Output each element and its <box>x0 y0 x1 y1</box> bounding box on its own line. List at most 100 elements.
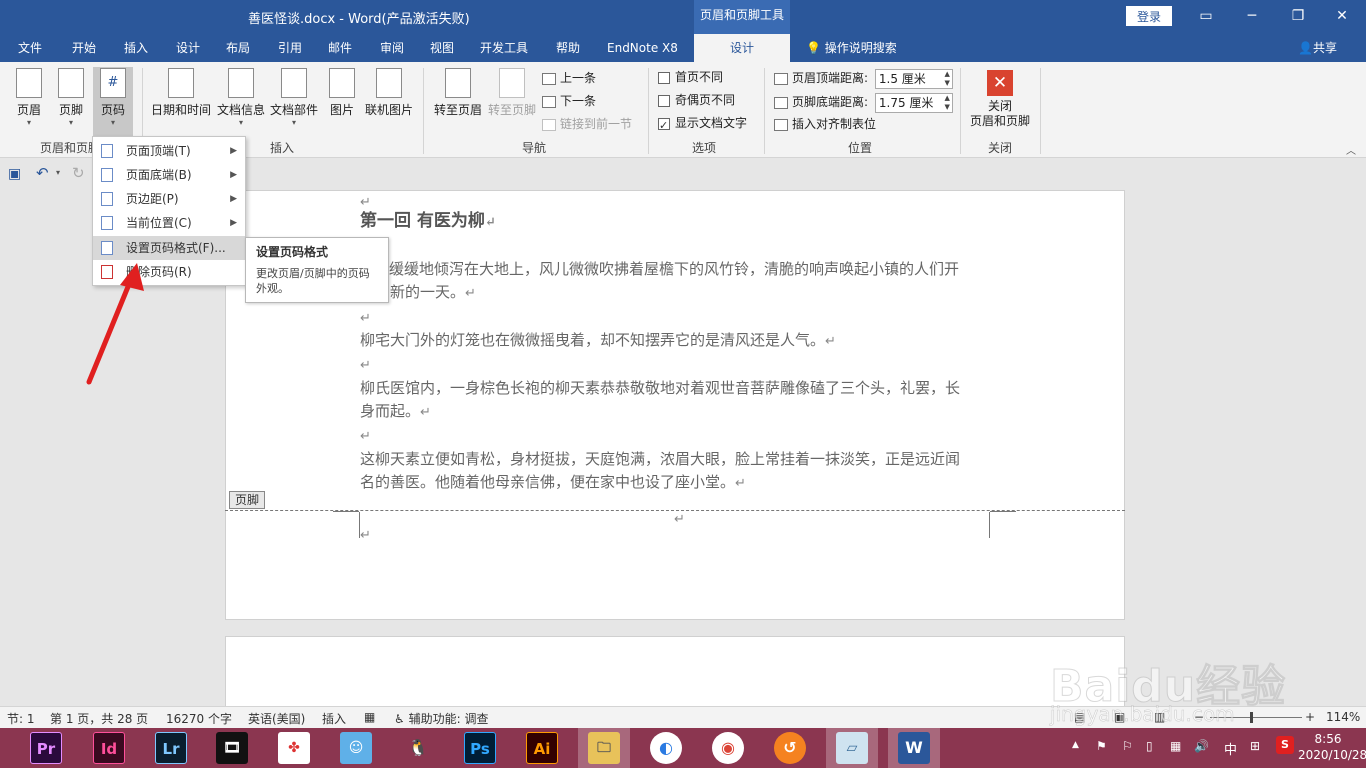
page-number-button[interactable]: # 页码 ▾ <box>93 67 133 137</box>
orange-app-icon[interactable]: ↺ <box>774 732 806 764</box>
group-divider <box>1040 68 1041 154</box>
format-page-number-icon <box>101 241 113 255</box>
header-top-label: 页眉顶端距离: <box>792 71 869 85</box>
tray-overflow-icon[interactable]: ▲ <box>1072 740 1079 750</box>
status-words[interactable]: 16270 个字 <box>166 710 232 727</box>
header-top-input[interactable]: 1.5 厘米 ▲ ▼ <box>874 68 953 89</box>
ribbon-display-icon[interactable]: ▭ <box>1186 0 1226 34</box>
word-icon[interactable]: W <box>898 732 930 764</box>
video-editor-icon[interactable]: 🎞 <box>216 732 248 764</box>
next-button[interactable]: 下一条 <box>542 91 596 111</box>
ribbon-tabs: 文件 开始 插入 设计 布局 引用 邮件 审阅 视图 开发工具 帮助 EndNo… <box>0 34 1366 62</box>
quickparts-button[interactable]: 文档部件 ▾ <box>269 68 319 128</box>
spin-arrows-icon[interactable]: ▲ ▼ <box>944 94 949 112</box>
login-button[interactable]: 登录 <box>1126 6 1172 26</box>
tab-help[interactable]: 帮助 <box>552 34 584 62</box>
status-insert-mode[interactable]: 插入 <box>322 710 346 727</box>
accessibility-status[interactable]: ♿ 辅助功能: 调查 <box>394 710 488 727</box>
goto-header-button[interactable]: 转至页眉 <box>432 68 484 118</box>
tab-review[interactable]: 审阅 <box>376 34 408 62</box>
current-position-icon <box>101 216 113 230</box>
lightroom-icon[interactable]: Lr <box>155 732 187 764</box>
insert-alignment-tab-button[interactable]: 插入对齐制表位 <box>774 114 876 134</box>
datetime-button[interactable]: 日期和时间 <box>150 68 212 118</box>
header-icon <box>16 68 42 98</box>
document-page-next[interactable] <box>225 636 1125 716</box>
online-picture-button[interactable]: 联机图片 <box>363 68 415 118</box>
paragraph-3[interactable]: 柳氏医馆内，一身棕色长袍的柳天素恭恭敬敬地对着观世音菩萨雕像磕了三个头，礼罢，长… <box>360 377 1000 424</box>
different-odd-even-checkbox[interactable]: 奇偶页不同 <box>658 90 735 110</box>
zoom-level[interactable]: 114% <box>1326 710 1360 724</box>
photoshop-icon[interactable]: Ps <box>464 732 496 764</box>
redo-icon[interactable]: ↻ <box>72 164 85 182</box>
tell-me-box[interactable]: 💡 操作说明搜索 <box>806 34 897 62</box>
footer-button[interactable]: 页脚 ▾ <box>52 68 90 128</box>
tab-design[interactable]: 设计 <box>172 34 204 62</box>
close-header-footer-button[interactable]: ✕ 关闭 页眉和页脚 <box>966 70 1034 129</box>
browser-icon[interactable]: ◐ <box>650 732 682 764</box>
paragraph-1[interactable]: 光缓缓地倾泻在大地上，风儿微微吹拂着屋檐下的风竹铃，清脆的响声唤起小镇的人们开 … <box>360 258 1000 305</box>
different-first-page-checkbox[interactable]: 首页不同 <box>658 67 723 87</box>
pinwheel-app-icon[interactable]: ✤ <box>278 732 310 764</box>
premiere-icon[interactable]: Pr <box>30 732 62 764</box>
menu-item-page-margins[interactable]: 页边距(P) ▶ <box>93 187 245 211</box>
ime-indicator[interactable]: 中 <box>1224 739 1237 758</box>
file-explorer-icon[interactable]: 🗀 <box>588 732 620 764</box>
footer-bottom-input[interactable]: 1.75 厘米 ▲ ▼ <box>874 92 953 113</box>
tab-view[interactable]: 视图 <box>426 34 458 62</box>
picture-button[interactable]: 图片 <box>326 68 358 118</box>
page-top-icon <box>101 144 113 158</box>
tray-flag-icon[interactable]: ⚐ <box>1122 739 1133 753</box>
group-header-footer-label: 页眉和页脚 <box>40 141 101 155</box>
status-section[interactable]: 节: 1 <box>7 710 35 727</box>
header-button[interactable]: 页眉 ▾ <box>10 68 48 128</box>
tab-developer[interactable]: 开发工具 <box>476 34 532 62</box>
macro-record-icon[interactable]: ▦ <box>364 710 375 724</box>
minimize-icon[interactable]: ─ <box>1232 0 1272 34</box>
status-language[interactable]: 英语(美国) <box>248 710 305 727</box>
show-document-text-checkbox[interactable]: 显示文档文字 <box>658 113 748 136</box>
footer-paragraph-mark[interactable]: ↵ <box>360 528 371 543</box>
menu-item-current-position[interactable]: 当前位置(C) ▶ <box>93 211 245 235</box>
restore-icon[interactable]: ❐ <box>1278 0 1318 34</box>
network-icon[interactable]: ▦ <box>1170 739 1181 753</box>
tab-endnote[interactable]: EndNote X8 <box>603 34 682 62</box>
qq-icon[interactable]: 🐧 <box>402 732 434 764</box>
tab-file[interactable]: 文件 <box>14 34 46 62</box>
goto-footer-button[interactable]: 转至页脚 <box>486 68 538 118</box>
tab-header-footer-design[interactable]: 设计 <box>694 34 790 62</box>
spin-arrows-icon[interactable]: ▲ ▼ <box>944 70 949 88</box>
chrome-icon[interactable]: ◉ <box>712 732 744 764</box>
volume-icon[interactable]: 🔊 <box>1194 739 1209 753</box>
paragraph-4[interactable]: 这柳天素立便如青松，身材挺拔，天庭饱满，浓眉大眼，脸上常挂着一抹淡笑，正是远近闻… <box>360 448 1000 495</box>
share-button[interactable]: 👤共享 <box>1298 34 1337 62</box>
undo-icon[interactable]: ↶ <box>36 164 49 182</box>
link-previous-button[interactable]: 链接到前一节 <box>542 114 632 134</box>
menu-item-top-of-page[interactable]: 页面顶端(T) ▶ <box>93 139 245 163</box>
ime-settings-icon[interactable]: ⊞ <box>1250 739 1260 753</box>
notes-app-icon[interactable]: ▱ <box>836 732 868 764</box>
tab-references[interactable]: 引用 <box>274 34 306 62</box>
tray-app-icon[interactable]: ⚑ <box>1096 739 1107 753</box>
paragraph-2[interactable]: 柳宅大门外的灯笼也在微微摇曳着，却不知摆弄它的是清风还是人气。↵ <box>360 329 1000 353</box>
footer-corner-right <box>989 512 990 538</box>
undo-dropdown-icon[interactable]: ▾ <box>56 168 60 177</box>
collapse-ribbon-icon[interactable]: ︿ <box>1346 142 1356 157</box>
cartoon-app-icon[interactable]: ☺ <box>340 732 372 764</box>
tell-me-label: 操作说明搜索 <box>824 41 897 55</box>
save-icon[interactable]: ▣ <box>8 166 21 182</box>
docinfo-button[interactable]: 文档信息 ▾ <box>216 68 266 128</box>
indesign-icon[interactable]: Id <box>93 732 125 764</box>
chapter-heading[interactable]: 第一回 有医为柳↵ <box>360 210 1000 234</box>
status-page[interactable]: 第 1 页，共 28 页 <box>50 710 148 727</box>
menu-item-bottom-of-page[interactable]: 页面底端(B) ▶ <box>93 163 245 187</box>
illustrator-icon[interactable]: Ai <box>526 732 558 764</box>
tab-mailings[interactable]: 邮件 <box>324 34 356 62</box>
tab-layout[interactable]: 布局 <box>222 34 254 62</box>
show-text-label: 显示文档文字 <box>675 116 748 130</box>
tab-insert[interactable]: 插入 <box>120 34 152 62</box>
close-icon[interactable]: ✕ <box>1322 0 1362 34</box>
prev-button[interactable]: 上一条 <box>542 68 596 88</box>
tab-home[interactable]: 开始 <box>68 34 100 62</box>
battery-icon[interactable]: ▯ <box>1146 739 1153 753</box>
